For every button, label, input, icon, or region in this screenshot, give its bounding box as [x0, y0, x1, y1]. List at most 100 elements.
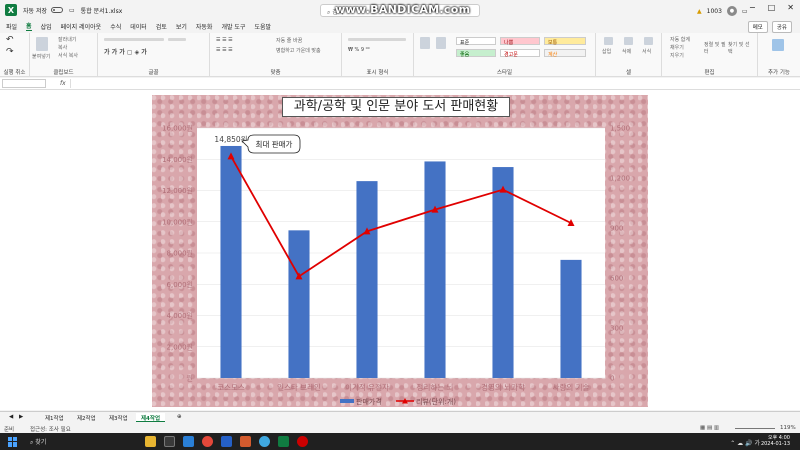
find-select-label[interactable]: 찾기 및 선택 — [728, 41, 752, 55]
menu-developer[interactable]: 개발 도구 — [221, 22, 245, 31]
file-explorer-icon[interactable] — [145, 436, 156, 447]
group-cells: 삽입 삭제 서식 셀 — [596, 33, 662, 77]
task-view-icon[interactable] — [164, 436, 175, 447]
style-normal[interactable]: 표준 — [456, 37, 496, 46]
store-icon[interactable] — [221, 436, 232, 447]
insert-cells-icon[interactable] — [604, 37, 613, 45]
menu-home[interactable]: 홈 — [26, 21, 32, 31]
menu-automate[interactable]: 자동화 — [196, 22, 213, 31]
menu-data[interactable]: 데이터 — [130, 22, 147, 31]
currency-icon[interactable]: ₩ % 9 ⁰⁰ — [348, 47, 370, 53]
menu-file[interactable]: 파일 — [6, 22, 17, 31]
browser-icon[interactable] — [259, 436, 270, 447]
insert-cells-label[interactable]: 삽입 — [602, 48, 611, 55]
fill-label[interactable]: 채우기 — [670, 44, 684, 51]
align-left-icon[interactable]: ☰ ☰ ☰ — [216, 47, 233, 53]
share-button[interactable]: 공유 — [771, 21, 792, 33]
memo-button[interactable]: 메모 — [747, 21, 768, 33]
title-bar-right: ▲ 1003 ● ▭ — [697, 6, 748, 16]
legend-swatch-bar — [340, 399, 354, 403]
app-icon[interactable] — [240, 436, 251, 447]
menu-page-layout[interactable]: 페이지 레이아웃 — [61, 22, 102, 31]
autosum-label[interactable]: 자동 합계 — [670, 36, 690, 43]
format-table-icon[interactable] — [436, 37, 446, 49]
menu-insert[interactable]: 삽입 — [41, 22, 52, 31]
minimize-icon[interactable]: − — [749, 3, 756, 12]
bar — [356, 181, 378, 378]
autosave-toggle[interactable] — [51, 7, 63, 13]
style-good[interactable]: 좋음 — [456, 49, 496, 58]
taskbar-search[interactable]: ⌕ 찾기 — [30, 437, 46, 447]
maximize-icon[interactable]: □ — [768, 3, 776, 12]
tab-sheet1[interactable]: 제1작업 — [40, 413, 69, 422]
group-label-cells: 셀 — [625, 70, 632, 76]
y-right-tick-label: 600 — [610, 275, 623, 283]
chart-area[interactable]: 과학/공학 및 인문 분야 도서 판매현황 원 2,000원 4,000원 6,000… — [152, 95, 648, 407]
zoom-level[interactable]: 119% — [780, 425, 796, 431]
style-bad[interactable]: 나쁨 — [500, 37, 540, 46]
format-cells-icon[interactable] — [644, 37, 653, 45]
sort-filter-label[interactable]: 정렬 및 필터 — [704, 41, 726, 55]
taskbar-clock[interactable]: 오후 4:00 2024-01-13 — [761, 435, 790, 447]
close-icon[interactable]: ✕ — [787, 3, 794, 12]
filename: 통합 문서1.xlsx — [80, 7, 123, 15]
addins-icon[interactable] — [772, 39, 784, 51]
style-warning[interactable]: 경고문 — [500, 49, 540, 58]
windows-start-icon[interactable] — [8, 436, 18, 447]
chrome-icon[interactable] — [202, 436, 213, 447]
tab-sheet2[interactable]: 제2작업 — [72, 413, 101, 422]
y-left-tick-label: 원 — [187, 374, 193, 383]
y-right-tick-label: 1,200 — [610, 175, 630, 183]
avatar[interactable]: ● — [726, 6, 737, 16]
excel-taskbar-icon[interactable] — [278, 436, 289, 447]
format-painter-label[interactable]: 서식 복사 — [58, 52, 78, 59]
zoom-slider[interactable] — [735, 428, 775, 429]
group-label-alignment: 맞춤 — [270, 70, 281, 76]
number-format-select[interactable] — [348, 38, 406, 41]
copy-label[interactable]: 복사 — [58, 44, 67, 51]
menu-help[interactable]: 도움말 — [254, 22, 271, 31]
warning-icon[interactable]: ▲ — [697, 8, 702, 15]
tab-nav-next-icon[interactable]: ▶ — [14, 413, 28, 422]
bold-icon[interactable]: 가 가 가 ▢ ◈ 가 — [104, 47, 147, 56]
align-top-icon[interactable]: ☰ ☰ ☰ — [216, 37, 233, 43]
delete-cells-label[interactable]: 삭제 — [622, 48, 631, 55]
chart-svg: 원 2,000원 4,000원 6,000원 8,000원 10,000원 12,000원 1… — [162, 124, 630, 407]
group-font: 가 가 가 ▢ ◈ 가 글꼴 — [98, 33, 210, 77]
style-calc[interactable]: 계산 — [544, 49, 586, 58]
menu-view[interactable]: 보기 — [176, 22, 187, 31]
style-neutral[interactable]: 보통 — [544, 37, 586, 46]
save-icon[interactable]: ▭ — [69, 7, 75, 14]
paste-icon[interactable] — [36, 37, 48, 51]
tab-sheet3[interactable]: 제3작업 — [104, 413, 133, 422]
view-mode-icons[interactable]: ▦ ▤ ▥ — [700, 425, 719, 431]
menu-review[interactable]: 검토 — [156, 22, 167, 31]
x-tick-label: 인스타 브레인 — [277, 382, 321, 392]
y-left-tick-label: 2,000원 — [167, 342, 193, 351]
tab-sheet4[interactable]: 제4작업 — [136, 413, 166, 422]
add-sheet-icon[interactable]: ⊕ — [172, 413, 187, 422]
menu-bar: 파일 홈 삽입 페이지 레이아웃 수식 데이터 검토 보기 자동화 개발 도구 … — [0, 20, 800, 32]
clear-label[interactable]: 지우기 — [670, 52, 684, 59]
merge-center-label[interactable]: 병합하고 가운데 맞춤 — [276, 47, 321, 54]
format-cells-label[interactable]: 서식 — [642, 48, 651, 55]
conditional-format-icon[interactable] — [420, 37, 430, 49]
bandicam-icon[interactable] — [297, 436, 308, 447]
y-right-tick-label: 900 — [610, 225, 623, 233]
delete-cells-icon[interactable] — [624, 37, 633, 45]
cut-label[interactable]: 잘라내기 — [58, 36, 76, 43]
paste-label[interactable]: 붙여넣기 — [32, 53, 50, 60]
accessibility-status[interactable]: 접근성: 조사 필요 — [30, 425, 71, 433]
formula-input[interactable] — [69, 79, 796, 88]
redo-icon[interactable]: ↷ — [6, 47, 14, 57]
name-box[interactable] — [2, 79, 46, 88]
undo-icon[interactable]: ↶ — [6, 35, 14, 45]
font-name-select[interactable] — [104, 38, 164, 41]
menu-formulas[interactable]: 수식 — [110, 22, 121, 31]
ribbon-options-icon[interactable]: ▭ — [742, 8, 748, 15]
system-tray-icons[interactable]: ⌃ ☁ 🔊 가 — [730, 438, 760, 447]
edge-icon[interactable] — [183, 436, 194, 447]
font-size-select[interactable] — [168, 38, 186, 41]
fx-icon[interactable]: fx — [60, 80, 66, 87]
wrap-text-label[interactable]: 자동 줄 바꿈 — [276, 37, 302, 44]
